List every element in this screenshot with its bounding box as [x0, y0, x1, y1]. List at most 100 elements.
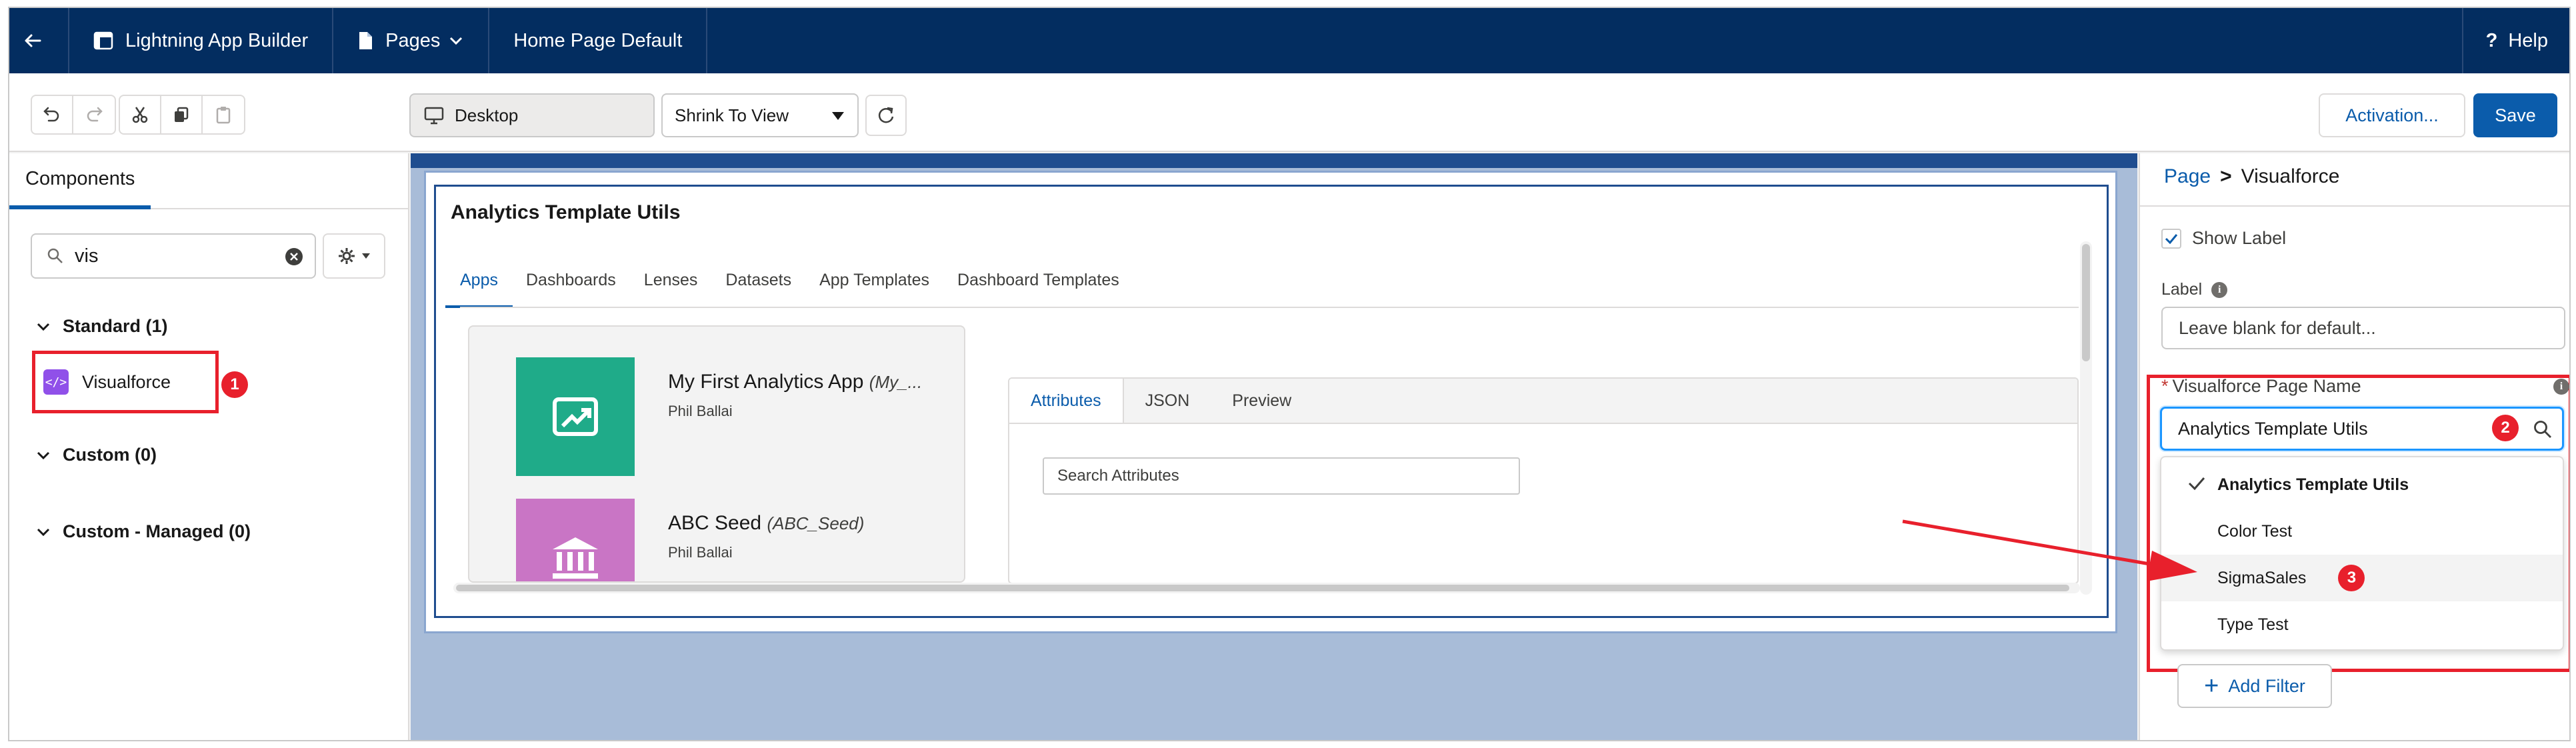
scroll-thumb[interactable]	[456, 585, 2069, 591]
pages-label: Pages	[385, 29, 441, 51]
app-api-name: (My_...	[869, 372, 923, 392]
undo-button[interactable]	[32, 96, 73, 133]
device-selector-button[interactable]: Desktop	[409, 93, 655, 137]
nav-spacer	[707, 8, 2463, 73]
tab-dashboards[interactable]: Dashboards	[526, 271, 616, 308]
tab-attributes[interactable]: Attributes	[1009, 379, 1124, 423]
help-icon: ?	[2485, 29, 2498, 51]
clear-icon[interactable]	[284, 247, 304, 267]
add-filter-label: Add Filter	[2228, 675, 2305, 696]
app-tile	[516, 499, 635, 581]
section-custom-managed[interactable]: Custom - Managed (0)	[36, 521, 251, 542]
view-mode-select[interactable]: Shrink To View	[661, 93, 859, 137]
undo-redo-group	[31, 95, 116, 135]
app-window: Lightning App Builder Pages Home Page De…	[8, 7, 2571, 741]
breadcrumb: Page > Visualforce	[2164, 165, 2339, 188]
paste-button[interactable]	[203, 96, 244, 133]
visualforce-card[interactable]: Analytics Template Utils Apps Dashboards…	[434, 185, 2109, 618]
tabs-divider	[460, 307, 2079, 308]
top-nav: Lightning App Builder Pages Home Page De…	[9, 8, 2569, 73]
combobox-value: Analytics Template Utils	[2178, 418, 2368, 439]
refresh-button[interactable]	[865, 95, 907, 136]
help-button[interactable]: ? Help	[2463, 8, 2569, 73]
option-label: SigmaSales	[2217, 568, 2307, 587]
visualforce-icon: </>	[43, 369, 69, 395]
active-tab-indicator	[9, 205, 151, 209]
app-name: ABC Seed (ABC_Seed)	[668, 512, 864, 535]
search-icon	[2534, 421, 2551, 438]
list-item[interactable]: ABC Seed (ABC_Seed) Phil Ballai	[516, 499, 864, 581]
refresh-icon	[878, 107, 894, 123]
tab-app-templates[interactable]: App Templates	[819, 271, 929, 308]
dropdown-option-sigmasales[interactable]: SigmaSales 3	[2161, 555, 2563, 601]
app-name: My First Analytics App (My_...	[668, 371, 922, 393]
required-indicator: *	[2161, 376, 2169, 396]
help-label: Help	[2508, 29, 2548, 51]
visualforce-page-name-label: * Visualforce Page Name	[2161, 376, 2361, 397]
breadcrumb-current: Visualforce	[2241, 165, 2340, 187]
info-icon[interactable]: i	[2553, 379, 2569, 395]
copy-button[interactable]	[161, 96, 203, 133]
breadcrumb-separator: >	[2220, 165, 2232, 187]
caret-down-icon	[832, 112, 844, 120]
tab-components[interactable]: Components	[25, 168, 135, 190]
info-icon[interactable]: i	[2211, 281, 2228, 298]
copy-icon	[175, 107, 189, 122]
option-label: Analytics Template Utils	[2217, 475, 2409, 494]
section-custom[interactable]: Custom (0)	[36, 445, 157, 465]
attributes-search-input[interactable]: Search Attributes	[1043, 457, 1520, 495]
chevron-down-icon	[37, 528, 50, 536]
caret-down-icon	[362, 253, 370, 259]
app-builder-icon	[93, 31, 113, 50]
back-button[interactable]	[9, 8, 69, 73]
tab-preview[interactable]: Preview	[1211, 379, 1313, 423]
step-marker-2: 2	[2492, 415, 2519, 441]
clipboard-group	[119, 95, 245, 135]
redo-button[interactable]	[73, 96, 115, 133]
scroll-thumb[interactable]	[2082, 244, 2090, 361]
app-builder-menu[interactable]: Lightning App Builder	[69, 8, 334, 73]
component-label: Visualforce	[82, 371, 171, 392]
activation-button[interactable]: Activation...	[2319, 93, 2465, 137]
label-input[interactable]: Leave blank for default...	[2161, 307, 2565, 349]
dropdown-option-color-test[interactable]: Color Test	[2161, 508, 2563, 555]
toolbar: Desktop Shrink To View Activation... Sav…	[9, 73, 2569, 152]
tab-lenses[interactable]: Lenses	[644, 271, 698, 308]
bank-icon	[553, 537, 598, 579]
section-standard[interactable]: Standard (1)	[36, 316, 168, 337]
search-value: vis	[75, 245, 99, 267]
list-item[interactable]: My First Analytics App (My_... Phil Ball…	[516, 357, 922, 476]
dropdown-option-analytics-template-utils[interactable]: Analytics Template Utils	[2161, 461, 2563, 508]
component-region[interactable]: Analytics Template Utils Apps Dashboards…	[424, 171, 2117, 633]
desktop-icon	[424, 107, 444, 125]
save-button[interactable]: Save	[2473, 93, 2557, 137]
option-label: Color Test	[2217, 521, 2293, 541]
tab-dashboard-templates[interactable]: Dashboard Templates	[957, 271, 1119, 308]
show-label-checkbox[interactable]: Show Label	[2161, 228, 2286, 249]
tab-datasets[interactable]: Datasets	[725, 271, 791, 308]
clipboard-icon	[216, 107, 231, 124]
view-mode-label: Shrink To View	[675, 105, 789, 125]
attributes-panel: Attributes JSON Preview Search Attribute…	[1008, 377, 2079, 584]
pages-menu[interactable]: Pages	[333, 8, 490, 73]
activation-label: Activation...	[2345, 105, 2439, 125]
label-field-label: Label i	[2161, 280, 2228, 299]
component-search-input[interactable]: vis	[31, 233, 316, 279]
breadcrumb-page-link[interactable]: Page	[2164, 165, 2211, 187]
horizontal-scrollbar[interactable]	[453, 583, 2080, 593]
cut-button[interactable]	[120, 96, 161, 133]
dropdown-option-type-test[interactable]: Type Test	[2161, 601, 2563, 648]
tab-apps[interactable]: Apps	[445, 271, 513, 308]
step-marker-3: 3	[2338, 565, 2365, 591]
page-canvas: Analytics Template Utils Apps Dashboards…	[411, 153, 2137, 740]
tab-json[interactable]: JSON	[1124, 379, 1211, 423]
checkbox[interactable]	[2161, 228, 2181, 249]
settings-menu-button[interactable]	[323, 233, 385, 279]
vertical-scrollbar[interactable]	[2080, 241, 2092, 595]
visualforce-component[interactable]: </> Visualforce	[32, 351, 219, 413]
canvas-header-band	[411, 153, 2137, 168]
app-tile	[516, 357, 635, 476]
scissors-icon	[132, 107, 148, 123]
app-owner: Phil Ballai	[668, 403, 733, 419]
add-filter-button[interactable]: + Add Filter	[2177, 664, 2332, 708]
